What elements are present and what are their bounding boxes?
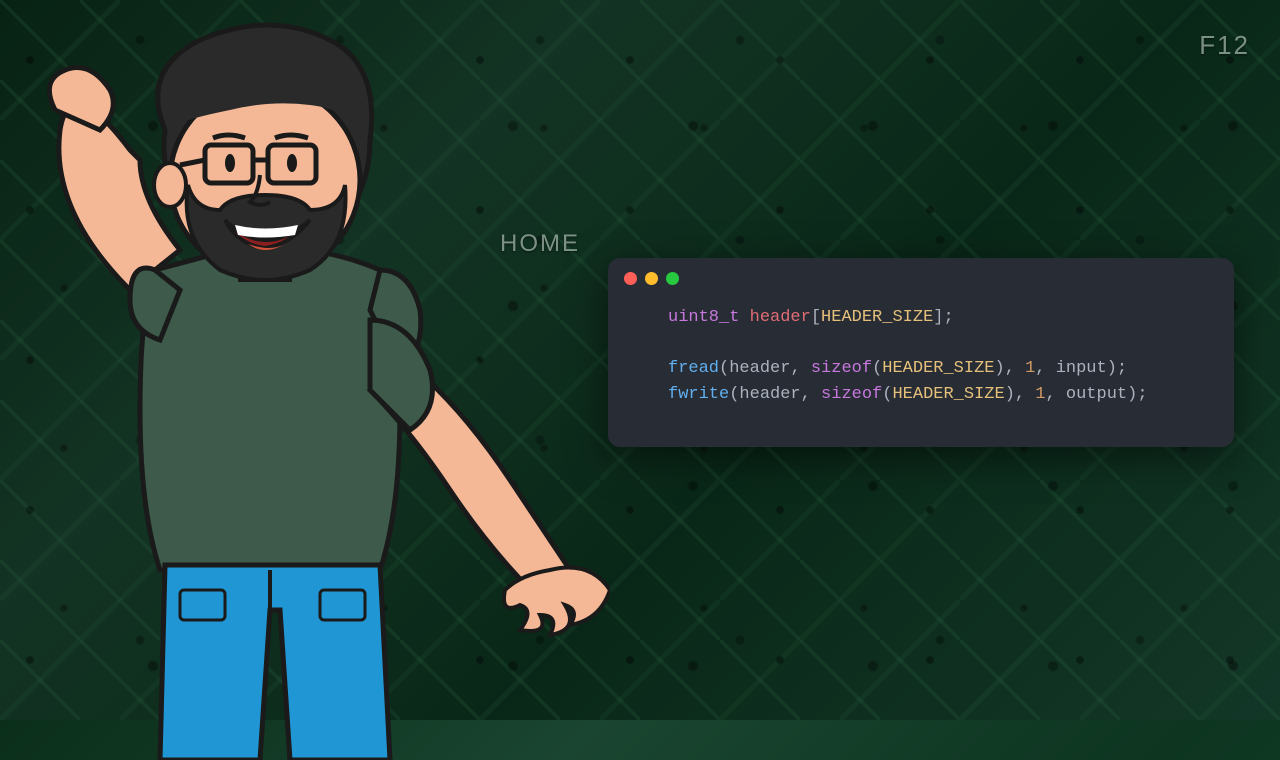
- code-token: [: [811, 308, 821, 327]
- code-token: ,: [801, 385, 821, 404]
- code-token: (: [872, 359, 882, 378]
- code-token: ): [994, 359, 1004, 378]
- code-token: fwrite: [668, 385, 729, 404]
- code-token: (: [729, 385, 739, 404]
- code-token: 1: [1025, 359, 1035, 378]
- code-token: ,: [790, 359, 810, 378]
- code-token: fread: [668, 359, 719, 378]
- code-token: HEADER_SIZE: [892, 385, 1004, 404]
- pcb-label-f12: F12: [1199, 30, 1250, 61]
- code-token: header: [729, 359, 790, 378]
- window-controls: [608, 258, 1234, 295]
- code-token: sizeof: [811, 359, 872, 378]
- code-token: HEADER_SIZE: [882, 359, 994, 378]
- code-token: ,: [1035, 359, 1055, 378]
- code-token: ,: [1015, 385, 1035, 404]
- code-token: header: [739, 385, 800, 404]
- code-token: 1: [1035, 385, 1045, 404]
- code-token: sizeof: [821, 385, 882, 404]
- code-token: ,: [1046, 385, 1066, 404]
- code-token: (: [719, 359, 729, 378]
- code-token: header: [750, 308, 811, 327]
- maximize-icon[interactable]: [666, 272, 679, 285]
- code-token: );: [1127, 385, 1147, 404]
- code-content: uint8_t header[HEADER_SIZE]; fread(heade…: [608, 295, 1234, 417]
- minimize-icon[interactable]: [645, 272, 658, 285]
- code-token: output: [1066, 385, 1127, 404]
- close-icon[interactable]: [624, 272, 637, 285]
- code-token: );: [1107, 359, 1127, 378]
- cartoon-presenter: [10, 10, 610, 760]
- code-window: uint8_t header[HEADER_SIZE]; fread(heade…: [608, 258, 1234, 447]
- code-token: uint8_t: [668, 308, 739, 327]
- code-token: ,: [1005, 359, 1025, 378]
- code-token: HEADER_SIZE: [821, 308, 933, 327]
- code-token: ): [1005, 385, 1015, 404]
- code-token: (: [882, 385, 892, 404]
- code-token: ];: [933, 308, 953, 327]
- code-token: input: [1056, 359, 1107, 378]
